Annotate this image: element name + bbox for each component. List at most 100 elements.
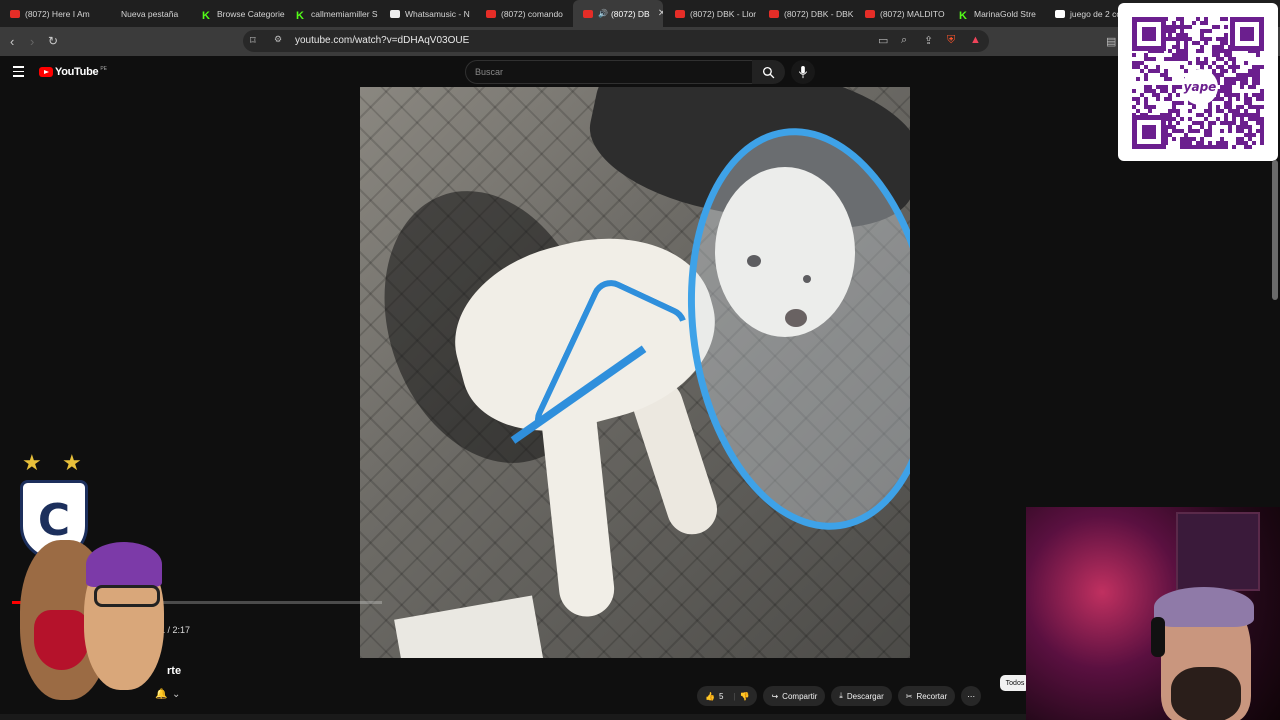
more-icon: ⋯ — [967, 691, 976, 701]
country-code: PE — [100, 66, 107, 72]
tab-10[interactable]: K MarinaGold Stre — [949, 0, 1045, 27]
clip-button[interactable]: ✂ Recortar — [897, 686, 956, 706]
search-input[interactable]: Buscar — [465, 60, 753, 84]
tab-label: MarinaGold Stre — [974, 8, 1036, 19]
kick-icon: K — [296, 9, 304, 22]
download-label: Descargar — [846, 691, 884, 701]
qr-finder — [1132, 115, 1166, 149]
headset — [1151, 617, 1165, 657]
yape-logo: yape — [1182, 69, 1218, 105]
download-icon: ⤓ — [839, 691, 843, 700]
google-icon — [1055, 9, 1065, 18]
search-button[interactable] — [752, 60, 785, 84]
cast-icon[interactable]: ▭ — [878, 34, 888, 47]
thumbs-down-icon[interactable]: 👎 — [740, 692, 750, 701]
tab-label: (8072) comando — [501, 8, 563, 19]
youtube-icon — [486, 9, 496, 18]
tab-6-active[interactable]: 🔊 (8072) DB ✕ — [573, 0, 663, 27]
browser-toolbar: ‹ › ↻ ⌑ ⚙ youtube.com/watch?v=dDHAqV03OU… — [0, 27, 1280, 56]
share-page-icon[interactable]: ⇪ — [924, 34, 933, 47]
close-tab-icon[interactable]: ✕ — [658, 8, 663, 19]
url-text[interactable]: youtube.com/watch?v=dDHAqV03OUE — [295, 35, 469, 46]
youtube-icon — [10, 9, 20, 18]
share-button[interactable]: ↪ Compartir — [763, 686, 826, 706]
yape-text: yape — [1183, 80, 1217, 94]
clip-label: Recortar — [916, 691, 948, 701]
like-button[interactable]: 👍 5 | 👎 — [697, 686, 758, 706]
star-icon: ★ — [62, 450, 82, 475]
search-icon — [762, 66, 775, 78]
share-icon: ↪ — [771, 691, 779, 701]
page-scrollbar[interactable] — [1272, 160, 1278, 300]
glasses — [94, 585, 160, 607]
youtube-icon — [675, 9, 685, 18]
microphone-icon — [798, 65, 808, 78]
wall-poster — [1176, 512, 1260, 591]
tab-label: (8072) DBK - Llor — [690, 8, 757, 19]
kick-icon: K — [959, 9, 967, 22]
zoom-icon[interactable]: ⌕ — [901, 34, 907, 47]
club-mascot-overlay: ★ ★ C — [14, 450, 174, 710]
youtube-icon — [769, 9, 779, 18]
download-button[interactable]: ⤓ Descargar — [831, 686, 892, 706]
forward-icon[interactable]: › — [30, 34, 34, 49]
more-actions-button[interactable]: ⋯ — [961, 686, 982, 706]
youtube-icon — [583, 9, 593, 18]
tab-label: Browse Categorie — [217, 8, 285, 19]
sidebar-icon[interactable]: ▤ — [1106, 35, 1116, 48]
tab-3[interactable]: Kcallmemiamiller S — [286, 0, 380, 27]
tab-label: Nueva pestaña — [121, 8, 179, 19]
qr-finder — [1230, 17, 1264, 51]
tab-7[interactable]: (8072) DBK - Llor — [665, 0, 759, 27]
video-player[interactable] — [360, 87, 910, 658]
qr-finder — [1132, 17, 1166, 51]
site-info-icon[interactable]: ⚙ — [274, 34, 282, 45]
tab-5[interactable]: (8072) comando — [476, 0, 572, 27]
thumbs-up-icon: 👍 — [705, 691, 715, 701]
star-icon: ★ — [22, 450, 42, 475]
browser-tab-strip: (8072) Here I Am Nueva pestaña K Browse C… — [0, 0, 1280, 27]
tab-0[interactable]: (8072) Here I Am — [0, 0, 96, 27]
voice-search-button[interactable] — [791, 60, 815, 84]
menu-icon[interactable] — [13, 66, 24, 80]
tab-1[interactable]: Nueva pestaña — [96, 0, 192, 27]
crest-emblem-icon: C — [37, 494, 71, 546]
tab-label: (8072) DBK - DBK — [784, 8, 854, 19]
tab-11[interactable]: juego de 2 co — [1045, 0, 1120, 27]
streamer-cap — [1154, 587, 1254, 627]
blank-favicon — [106, 10, 116, 18]
youtube-icon — [865, 9, 875, 18]
whatsamusic-icon — [390, 9, 400, 18]
purple-beanie — [86, 542, 162, 587]
tab-8[interactable]: (8072) DBK - DBK — [759, 0, 855, 27]
tab-9[interactable]: (8072) MALDITO — [855, 0, 949, 27]
youtube-header: YouTube PE Buscar — [0, 56, 1280, 88]
bookmark-icon[interactable]: ⌑ — [250, 34, 256, 47]
donkey-mouth — [34, 610, 89, 670]
video-actions: 👍 5 | 👎 ↪ Compartir ⤓ Descargar ✂ Recortar … — [697, 686, 982, 706]
scissors-icon: ✂ — [905, 691, 913, 701]
like-count: 5 — [718, 691, 724, 701]
tab-2[interactable]: K Browse Categorie — [192, 0, 286, 27]
tab-label: (8072) MALDITO — [880, 8, 945, 19]
share-label: Compartir — [782, 691, 818, 701]
youtube-logo[interactable]: YouTube PE — [39, 66, 107, 78]
search-placeholder: Buscar — [475, 67, 504, 77]
streamer-beard — [1171, 667, 1241, 720]
back-icon[interactable]: ‹ — [10, 34, 14, 49]
tab-label: juego de 2 co — [1070, 8, 1120, 19]
brave-rewards-icon[interactable]: ▲ — [970, 34, 981, 46]
brave-shield-icon[interactable]: ⛨ — [947, 34, 955, 47]
tab-label: Whatsamusic - N — [405, 8, 470, 19]
streamer-webcam — [1026, 507, 1280, 720]
youtube-play-icon — [39, 67, 53, 77]
qr-grid: yape — [1132, 17, 1264, 149]
tab-4[interactable]: Whatsamusic - N — [380, 0, 476, 27]
tab-label: (8072) Here I Am — [25, 8, 90, 19]
speaker-icon: 🔊 — [598, 9, 608, 18]
logo-text: YouTube — [55, 66, 99, 78]
reload-icon[interactable]: ↻ — [48, 34, 58, 48]
tab-label: (8072) DB — [610, 8, 650, 19]
address-bar[interactable]: ⌑ ⚙ youtube.com/watch?v=dDHAqV03OUE ▭ ⌕ … — [243, 30, 989, 52]
tab-label: callmemiamiller S — [311, 8, 378, 19]
